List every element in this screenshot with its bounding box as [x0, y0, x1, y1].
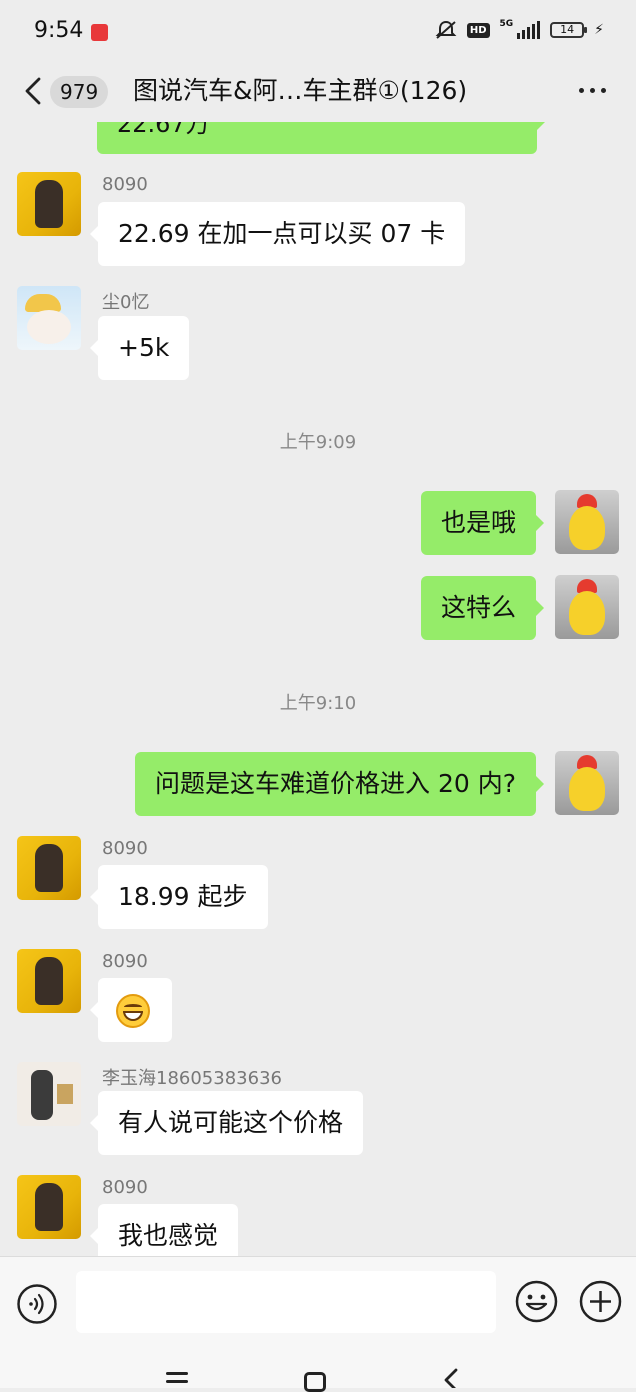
- battery-icon: 14: [550, 22, 588, 38]
- message-bubble[interactable]: 问题是这车难道价格进入 20 内?: [135, 752, 544, 816]
- sender-name: 8090: [102, 174, 148, 195]
- input-bar: [0, 1256, 636, 1349]
- sender-name: 8090: [102, 838, 148, 859]
- message-bubble[interactable]: 这特么: [420, 576, 545, 640]
- message-text: 22.67万: [117, 122, 210, 138]
- emoji-button[interactable]: [515, 1280, 558, 1323]
- message-bubble[interactable]: 有人说可能这个价格: [89, 1091, 364, 1155]
- message-text: +5k: [118, 333, 170, 362]
- avatar[interactable]: [17, 286, 81, 350]
- timestamp: 上午9:10: [279, 693, 357, 714]
- message-bubble-partial[interactable]: 22.67万: [97, 122, 545, 154]
- sender-name: 8090: [102, 1177, 148, 1198]
- status-bar: 9:54 HD 5G 14 ⚡: [0, 0, 636, 62]
- message-text: 我也感觉: [118, 1221, 219, 1250]
- plus-button[interactable]: [579, 1280, 622, 1323]
- grinning-face-emoji-icon: [116, 994, 150, 1028]
- charging-icon: ⚡: [594, 22, 604, 38]
- message-input[interactable]: [76, 1271, 496, 1333]
- message-text: 有人说可能这个价格: [118, 1108, 344, 1137]
- message-text: 问题是这车难道价格进入 20 内?: [155, 769, 516, 798]
- hd-icon: HD: [466, 22, 490, 38]
- chat-header: 979 图说汽车&阿…车主群①(126): [0, 62, 636, 122]
- home-icon[interactable]: [304, 1372, 326, 1392]
- chat-title: 图说汽车&阿…车主群①(126): [133, 76, 468, 105]
- message-list[interactable]: 22.67万 8090 22.69 在加一点可以买 07 卡 尘0忆 +5k 上…: [0, 122, 636, 1256]
- status-icons: HD 5G 14 ⚡: [435, 20, 604, 40]
- nav-back-icon[interactable]: [442, 1368, 462, 1388]
- avatar[interactable]: [17, 949, 81, 1013]
- message-bubble[interactable]: 18.99 起步: [90, 865, 268, 929]
- back-icon[interactable]: [22, 76, 44, 106]
- sender-name: 8090: [102, 951, 148, 972]
- network-label: 5G: [499, 19, 514, 29]
- voice-button[interactable]: [17, 1284, 57, 1324]
- message-bubble[interactable]: 22.69 在加一点可以买 07 卡: [89, 202, 466, 266]
- avatar[interactable]: [17, 1062, 81, 1126]
- message-bubble[interactable]: +5k: [89, 316, 190, 380]
- avatar[interactable]: [555, 490, 619, 554]
- message-text: 22.69 在加一点可以买 07 卡: [118, 219, 446, 248]
- system-nav-bar: [0, 1348, 636, 1392]
- message-bubble[interactable]: [90, 978, 172, 1042]
- avatar[interactable]: [17, 172, 81, 236]
- avatar[interactable]: [555, 751, 619, 815]
- avatar[interactable]: [17, 836, 81, 900]
- timestamp: 上午9:09: [279, 432, 357, 453]
- message-bubble[interactable]: 我也感觉: [89, 1204, 239, 1256]
- avatar[interactable]: [17, 1175, 81, 1239]
- message-text: 也是哦: [440, 508, 516, 537]
- message-bubble[interactable]: 也是哦: [420, 491, 545, 555]
- mute-icon: [435, 20, 457, 39]
- signal-icon: [517, 21, 541, 39]
- avatar[interactable]: [555, 575, 619, 639]
- status-time: 9:54: [34, 18, 84, 43]
- message-text: 18.99 起步: [118, 882, 248, 911]
- app-notification-icon: [91, 24, 108, 41]
- sender-name: 李玉海18605383636: [102, 1068, 282, 1089]
- message-text: 这特么: [440, 593, 516, 622]
- sender-name: 尘0忆: [102, 292, 150, 313]
- more-options-icon[interactable]: [579, 88, 606, 93]
- menu-icon[interactable]: [166, 1372, 188, 1388]
- unread-count-badge[interactable]: 979: [50, 76, 109, 108]
